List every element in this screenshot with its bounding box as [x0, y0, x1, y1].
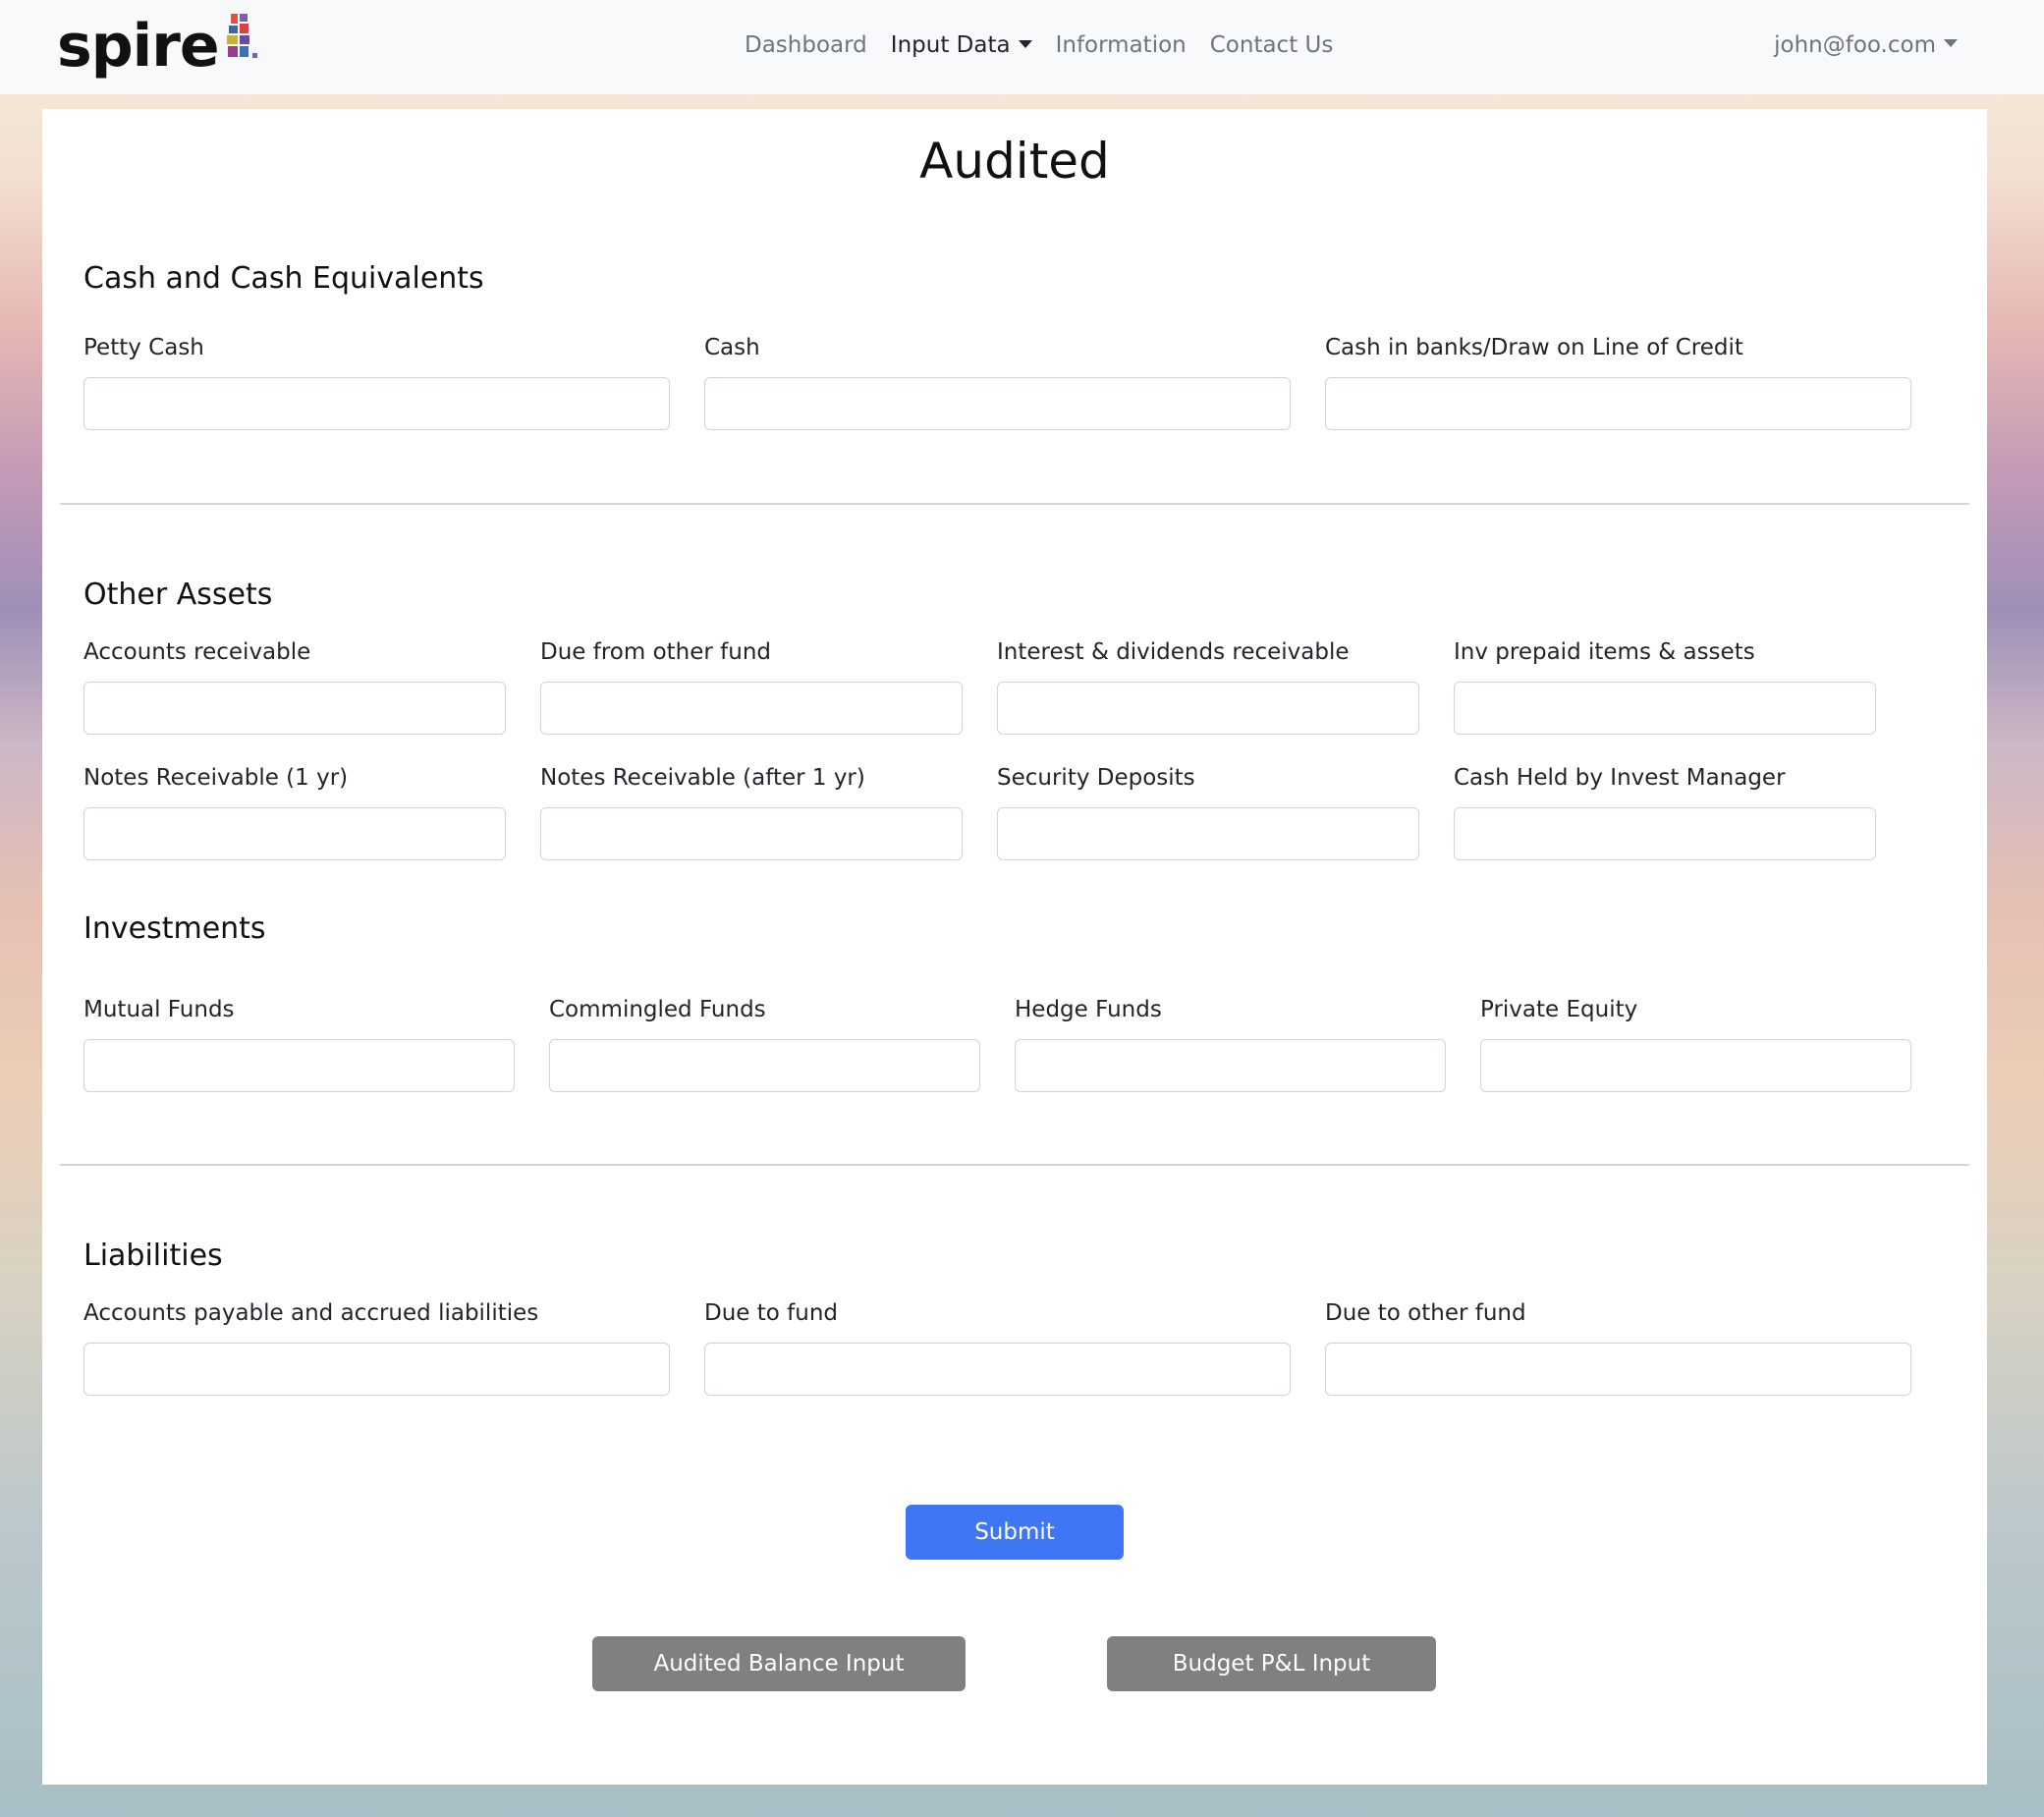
mutual-funds-input[interactable] — [83, 1039, 515, 1092]
due-to-other-fund-label: Due to other fund — [1325, 1300, 1526, 1326]
due-from-other-fund-input[interactable] — [540, 682, 963, 735]
cash-in-banks-input[interactable] — [1325, 377, 1911, 430]
audited-form-card: Audited Cash and Cash Equivalents Petty … — [42, 109, 1987, 1785]
private-equity-label: Private Equity — [1480, 997, 1638, 1022]
notes-receivable-after-1yr-input[interactable] — [540, 807, 963, 860]
commingled-funds-label: Commingled Funds — [549, 997, 766, 1022]
nav-contact-us[interactable]: Contact Us — [1210, 32, 1334, 58]
notes-receivable-1yr-label: Notes Receivable (1 yr) — [83, 765, 349, 791]
brand-name: spire — [57, 12, 220, 81]
due-from-other-fund-label: Due from other fund — [540, 639, 772, 665]
accounts-receivable-input[interactable] — [83, 682, 506, 735]
interest-dividends-receivable-label: Interest & dividends receivable — [997, 639, 1350, 665]
commingled-funds-input[interactable] — [549, 1039, 980, 1092]
caret-down-icon — [1018, 39, 1032, 48]
submit-button[interactable]: Submit — [906, 1505, 1124, 1560]
due-to-fund-input[interactable] — [704, 1343, 1291, 1396]
private-equity-input[interactable] — [1480, 1039, 1911, 1092]
nav-input-data-dropdown[interactable]: Input Data — [891, 32, 1032, 58]
due-to-fund-label: Due to fund — [704, 1300, 839, 1326]
audited-balance-input-button[interactable]: Audited Balance Input — [592, 1636, 966, 1691]
accounts-payable-input[interactable] — [83, 1343, 670, 1396]
security-deposits-label: Security Deposits — [997, 765, 1195, 791]
nav-dashboard[interactable]: Dashboard — [745, 32, 867, 58]
accounts-payable-label: Accounts payable and accrued liabilities — [83, 1300, 539, 1326]
cash-in-banks-label: Cash in banks/Draw on Line of Credit — [1325, 335, 1743, 360]
budget-pl-input-button[interactable]: Budget P&L Input — [1107, 1636, 1436, 1691]
section-divider — [60, 503, 1969, 505]
notes-receivable-1yr-input[interactable] — [83, 807, 506, 860]
page-title: Audited — [919, 133, 1110, 190]
inv-prepaid-items-input[interactable] — [1454, 682, 1876, 735]
nav-input-data-label: Input Data — [890, 32, 1011, 58]
brand-mark-icon — [226, 14, 257, 58]
security-deposits-input[interactable] — [997, 807, 1419, 860]
interest-dividends-receivable-input[interactable] — [997, 682, 1419, 735]
inv-prepaid-items-label: Inv prepaid items & assets — [1454, 639, 1755, 665]
section-divider — [60, 1164, 1969, 1166]
top-navbar: spire Dashboard Input Data Information C… — [0, 0, 2044, 94]
petty-cash-label: Petty Cash — [83, 335, 204, 360]
nav-information[interactable]: Information — [1056, 32, 1187, 58]
brand-logo[interactable]: spire — [57, 4, 260, 88]
main-nav: Dashboard Input Data Information Contact… — [745, 0, 1333, 90]
cash-held-invest-manager-label: Cash Held by Invest Manager — [1454, 765, 1786, 791]
section-title-liabilities: Liabilities — [83, 1239, 223, 1273]
due-to-other-fund-input[interactable] — [1325, 1343, 1911, 1396]
notes-receivable-after-1yr-label: Notes Receivable (after 1 yr) — [540, 765, 865, 791]
mutual-funds-label: Mutual Funds — [83, 997, 235, 1022]
accounts-receivable-label: Accounts receivable — [83, 639, 311, 665]
hedge-funds-label: Hedge Funds — [1015, 997, 1162, 1022]
caret-down-icon — [1944, 39, 1958, 47]
section-title-investments: Investments — [83, 911, 266, 946]
user-email: john@foo.com — [1774, 32, 1936, 58]
section-title-other-assets: Other Assets — [83, 578, 273, 612]
section-title-cash: Cash and Cash Equivalents — [83, 261, 484, 296]
cash-label: Cash — [704, 335, 760, 360]
petty-cash-input[interactable] — [83, 377, 670, 430]
hedge-funds-input[interactable] — [1015, 1039, 1446, 1092]
user-menu-dropdown[interactable]: john@foo.com — [1774, 0, 1958, 90]
cash-held-invest-manager-input[interactable] — [1454, 807, 1876, 860]
cash-input[interactable] — [704, 377, 1291, 430]
